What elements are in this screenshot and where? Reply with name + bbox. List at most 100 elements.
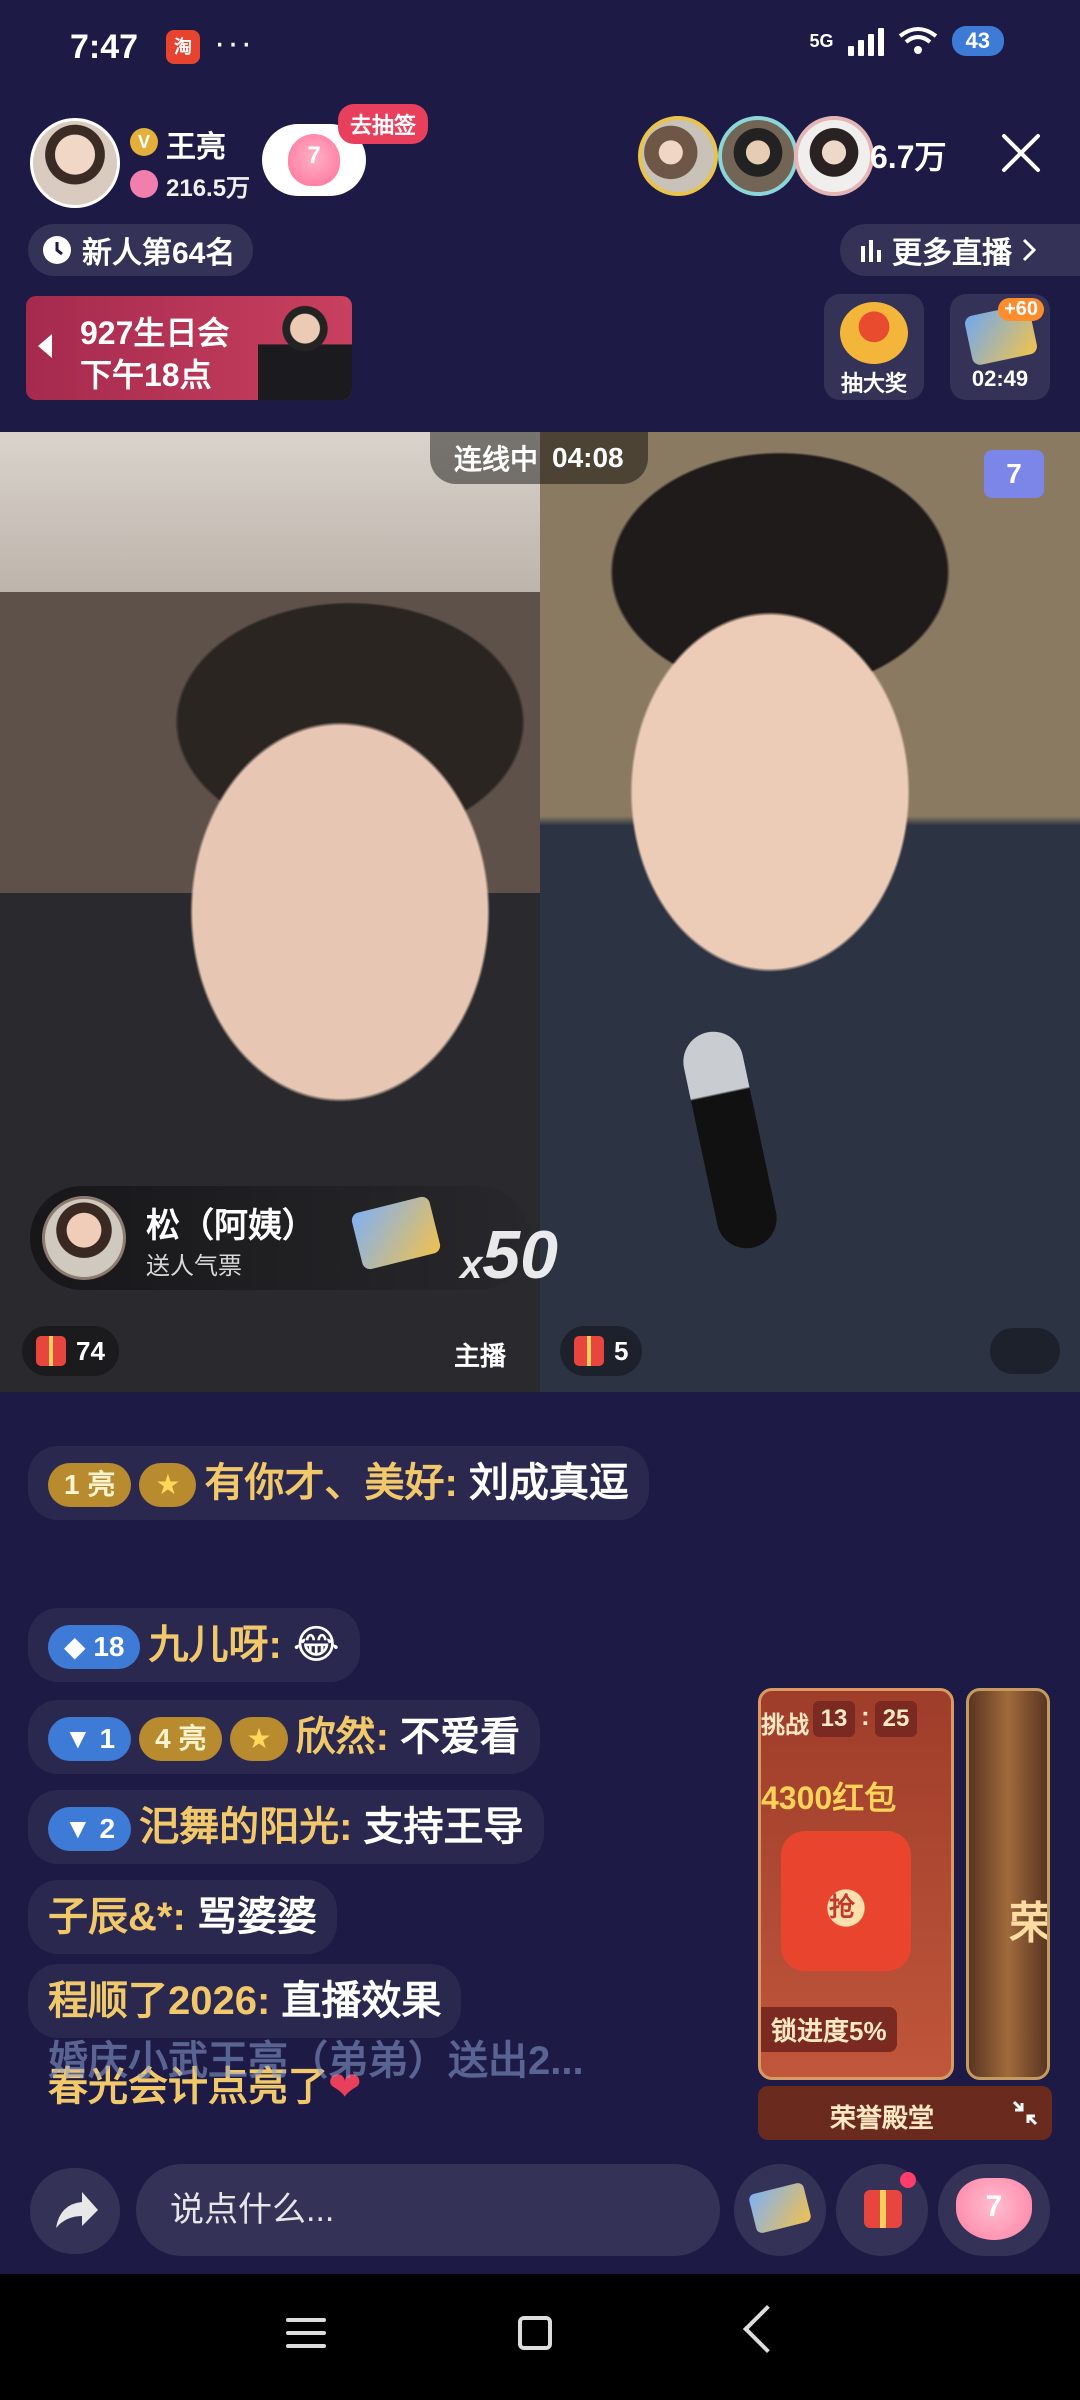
popularity-ticket-button[interactable] [734,2164,826,2256]
back-icon[interactable] [742,2304,792,2354]
gift-description: 送人气票 [146,1253,242,1280]
taobao-app-icon: 淘 [166,30,200,64]
ticket-bonus: +60 [998,298,1044,321]
chat-message[interactable]: ◆ 18 九儿呀: 😂 [28,1608,360,1682]
chat-username: 九儿呀 [148,1623,269,1667]
fading-gift-message: 婚庆小武王亮（弟弟）送出2... [48,2039,584,2083]
network-label: 5G [809,30,834,51]
heart-count: 7 [307,142,321,169]
lucky-draw-widget[interactable]: 抽大奖 [824,294,924,400]
red-packet-challenge-card[interactable]: 挑战 13 : 25 4300红包 抢 锁进度5% [758,1688,954,2080]
vip-icon: V [130,128,158,156]
gift-count: x50 [460,1216,558,1294]
more-live-label: 更多直播 [892,237,1012,270]
signal-icon [847,26,884,56]
countdown-minutes: 25 [875,1701,917,1737]
link-status: 连线中 [454,444,539,475]
fan-badge: 4 亮 [139,1717,223,1762]
home-icon[interactable] [518,2316,552,2350]
countdown-separator: : [861,1701,870,1731]
gift-sender-name: 松（阿姨） [146,1207,316,1245]
chat-message[interactable]: 1 亮 ★ 有你才、美好: 刘成真逗 [28,1446,649,1520]
chat-message[interactable]: 子辰&*: 骂婆婆 [28,1880,337,1954]
lucky-draw-icon [840,302,908,364]
host-video-right[interactable] [540,432,1080,1392]
gift-button[interactable] [836,2164,928,2256]
clock-icon [43,236,71,264]
chat-text: 不爱看 [400,1715,520,1759]
star-icon: ★ [230,1717,288,1762]
chat-message[interactable]: 程顺了2026: 直播效果 [28,1964,462,2038]
red-envelope-icon: 抢 [781,1831,911,1971]
status-more-icon: ··· [214,24,254,62]
viewer-avatar[interactable] [718,116,798,196]
like-count: 7 [985,2190,1003,2223]
arrow-left-icon [38,334,52,358]
chart-icon [861,240,881,262]
gift-notification: 松（阿姨） 送人气票 [30,1186,530,1290]
popularity-ticket-icon [350,1195,442,1271]
chat-text: 支持王导 [363,1805,524,1849]
level-badge: ◆ 18 [48,1625,141,1670]
chat-message[interactable]: ▼ 14 亮 ★ 欣然: 不爱看 [28,1700,540,1774]
chat-username: 有你才、美好 [204,1461,445,1505]
lucky-draw-label: 抽大奖 [840,371,907,396]
like-button[interactable]: 7 [938,2164,1050,2256]
host-avatar[interactable] [30,118,120,208]
rank-text: 新人第64名 [82,237,236,270]
comment-input[interactable] [136,2164,720,2256]
gift-icon [574,1336,604,1366]
challenge-label: 挑战 [761,1712,809,1739]
honor-hall-card[interactable]: 荣 [966,1688,1050,2080]
chat-username: 程顺了2026 [48,1979,257,2023]
wifi-icon [898,27,937,54]
recent-apps-icon[interactable] [286,2318,326,2357]
viewer-count[interactable]: 6.7万 [870,132,947,178]
right-gift-value: 5 [614,1335,629,1366]
notification-dot [900,2172,916,2188]
system-nav-bar [0,2274,1080,2400]
event-title: 927生日会 [80,315,230,351]
fan-badge: 1 亮 [48,1463,132,1508]
rank-badge[interactable]: 新人第64名 [28,224,254,276]
level-badge: ▼ 1 [48,1717,132,1762]
honor-hall-bar[interactable]: 荣誉殿堂 [758,2086,1052,2140]
ticket-icon [747,2181,813,2235]
viewer-avatar[interactable] [638,116,718,196]
share-icon [56,2192,98,2228]
expand-video-icon[interactable] [990,1328,1060,1374]
more-live-button[interactable]: 更多直播 [840,224,1080,276]
red-packet-amount: 4300红包 [761,1780,897,1816]
chat-text: 刘成真逗 [468,1461,629,1505]
lottery-badge[interactable]: 去抽签 [338,104,429,144]
left-host-gift-count[interactable]: 74 [22,1326,119,1376]
event-host-photo [258,298,352,400]
honor-hall-label: 荣誉殿堂 [830,2103,935,2133]
chat-message[interactable]: 婚庆小武王亮（弟弟）送出2... 春光会计点亮了❤ [28,2039,584,2124]
viewer-avatar[interactable] [794,116,874,196]
event-banner[interactable]: 927生日会 下午18点 [26,296,352,400]
link-time: 04:08 [552,442,624,473]
chat-username: 子辰&* [48,1895,173,1939]
collapse-icon[interactable] [1010,2098,1040,2128]
likes-heart-icon [130,170,158,198]
link-timer: 连线中 04:08 [430,432,648,484]
chat-username: 欣然 [295,1715,376,1759]
star-icon: ★ [139,1463,197,1508]
popularity-ticket-widget[interactable]: +60 02:49 [950,294,1050,400]
level-badge: 7 [984,450,1044,498]
level-badge: ▼ 2 [48,1807,132,1852]
chat-message[interactable]: ▼ 2 汜舞的阳光: 支持王导 [28,1790,544,1864]
unlock-progress: 锁进度5% [761,2007,897,2052]
gift-icon [864,2190,902,2228]
honor-card-text: 荣 [1009,1899,1050,1948]
chat-text: 直播效果 [281,1979,442,2023]
right-host-gift-count[interactable]: 5 [560,1326,643,1376]
close-icon[interactable] [998,130,1044,176]
left-gift-value: 74 [76,1335,105,1366]
event-time: 下午18点 [80,357,212,393]
host-name[interactable]: 王亮 [166,122,226,166]
share-button[interactable] [30,2168,120,2254]
chevron-right-icon [1022,238,1036,262]
chat-text: 骂婆婆 [196,1895,317,1939]
